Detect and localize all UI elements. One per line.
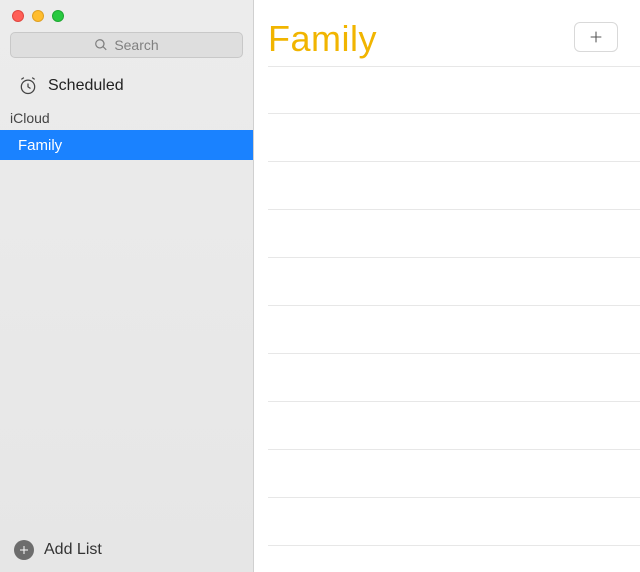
reminder-row[interactable]	[268, 402, 640, 450]
plus-circle-icon	[14, 540, 34, 560]
add-reminder-button[interactable]	[574, 22, 618, 52]
search-placeholder: Search	[114, 37, 158, 53]
section-header-icloud: iCloud	[0, 106, 253, 130]
reminder-row[interactable]	[268, 498, 640, 546]
add-list-label: Add List	[44, 541, 102, 559]
reminder-row[interactable]	[268, 114, 640, 162]
list-title[interactable]: Family	[268, 18, 574, 60]
app-window: Search Scheduled iCloud Family Add List	[0, 0, 640, 572]
reminder-row[interactable]	[268, 162, 640, 210]
zoom-window-button[interactable]	[52, 10, 64, 22]
smart-list-label: Scheduled	[48, 77, 124, 95]
reminder-row[interactable]	[268, 354, 640, 402]
smart-list-scheduled[interactable]: Scheduled	[0, 68, 253, 106]
reminder-row[interactable]	[268, 66, 640, 114]
main-pane: Family	[254, 0, 640, 572]
sidebar-spacer	[0, 160, 253, 528]
window-controls	[0, 0, 253, 26]
alarm-clock-icon	[18, 76, 38, 96]
search-input[interactable]: Search	[10, 32, 243, 58]
plus-icon	[588, 29, 604, 45]
reminder-rows[interactable]	[254, 66, 640, 572]
search-wrap: Search	[0, 26, 253, 68]
reminder-row[interactable]	[268, 306, 640, 354]
minimize-window-button[interactable]	[32, 10, 44, 22]
reminder-row[interactable]	[268, 258, 640, 306]
add-list-button[interactable]: Add List	[0, 528, 253, 572]
reminder-row[interactable]	[268, 210, 640, 258]
sidebar-list-family[interactable]: Family	[0, 130, 253, 160]
reminder-row[interactable]	[268, 450, 640, 498]
sidebar: Search Scheduled iCloud Family Add List	[0, 0, 254, 572]
main-header: Family	[254, 0, 640, 66]
close-window-button[interactable]	[12, 10, 24, 22]
search-icon	[94, 38, 108, 52]
sidebar-list-label: Family	[18, 137, 62, 154]
